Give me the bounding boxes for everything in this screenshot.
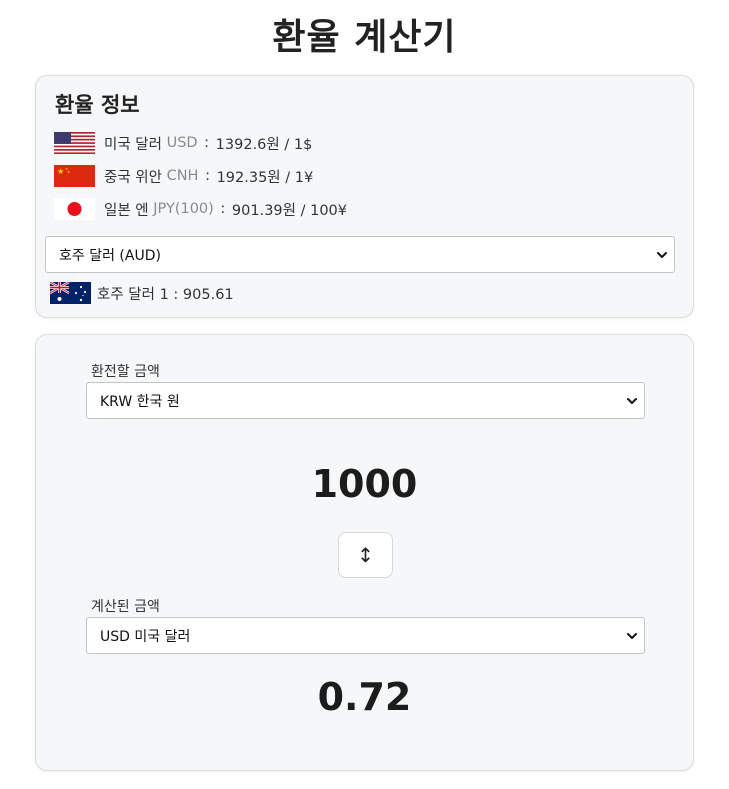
country-select-value: 호주 달러 (AUD): [59, 247, 161, 264]
rate-value: 901.39원 / 100¥: [231, 202, 348, 219]
to-currency-select[interactable]: USD 미국 달러: [86, 617, 645, 654]
rate-separator: :: [204, 135, 210, 151]
from-amount-label: 환전할 금액: [91, 364, 160, 380]
country-select[interactable]: 호주 달러 (AUD): [45, 236, 675, 273]
from-currency-select[interactable]: KRW 한국 원: [86, 382, 645, 419]
au-flag-icon: [50, 282, 91, 304]
rate-separator: :: [205, 168, 210, 184]
cn-flag-icon: ★ ★ ★: [54, 165, 95, 187]
rate-code: CNH: [166, 168, 199, 184]
rate-code: JPY(100): [153, 201, 214, 217]
rate-name: 중국 위안: [104, 169, 162, 186]
result-amount-label: 계산된 금액: [91, 599, 160, 615]
rate-row-usd: 미국 달러 USD : 1392.6원 / 1$: [54, 131, 312, 155]
swap-icon: ↕: [357, 543, 374, 567]
amount-input[interactable]: 1000: [36, 462, 693, 506]
svg-text:★: ★: [57, 167, 64, 176]
result-amount: 0.72: [317, 675, 412, 719]
rate-info-heading: 환율 정보: [55, 93, 140, 117]
svg-text:★: ★: [67, 170, 70, 174]
selected-rate-text: 호주 달러 1 : 905.61: [97, 286, 234, 303]
chevron-down-icon: [657, 251, 667, 258]
jp-flag-icon: [54, 198, 95, 220]
rate-code: USD: [166, 135, 198, 151]
us-flag-icon: [54, 132, 95, 154]
from-currency-value: KRW 한국 원: [100, 393, 180, 410]
rate-value: 1392.6원 / 1$: [215, 136, 313, 153]
page-title: 환율 계산기: [272, 17, 457, 58]
rate-value: 192.35원 / 1¥: [216, 169, 314, 186]
rate-row-jpy: 일본 엔 JPY(100) : 901.39원 / 100¥: [54, 197, 347, 221]
rate-name: 미국 달러: [104, 136, 162, 153]
selected-rate-row: 호주 달러 1 : 905.61: [50, 281, 234, 305]
rate-info-card: 환율 정보 미국 달러 USD : 1392.6원 / 1$ ★ ★ ★ 중국 …: [35, 75, 694, 318]
rate-name: 일본 엔: [104, 202, 149, 219]
chevron-down-icon: [627, 632, 637, 639]
rate-row-cnh: ★ ★ ★ 중국 위안 CNH : 192.35원 / 1¥: [54, 164, 313, 188]
to-currency-value: USD 미국 달러: [100, 628, 191, 645]
rate-separator: :: [220, 201, 226, 217]
swap-button[interactable]: ↕: [338, 532, 393, 578]
chevron-down-icon: [627, 397, 637, 404]
calculator-card: 환전할 금액 KRW 한국 원 1000 ↕ 계산된 금액 USD 미국 달러 …: [35, 334, 694, 771]
